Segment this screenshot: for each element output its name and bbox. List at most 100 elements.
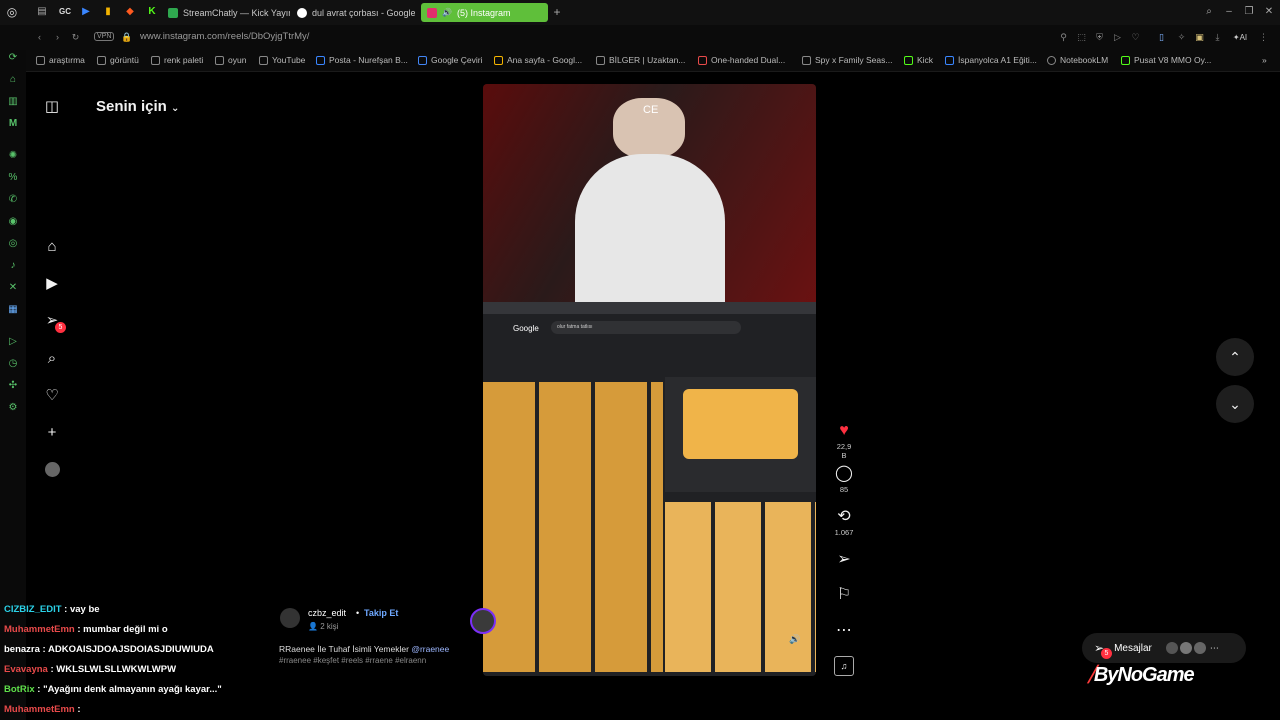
lock-icon[interactable]: 🔒 — [121, 32, 132, 43]
previous-reel-button[interactable]: ⌃ — [1216, 338, 1254, 376]
pinned-tab-diamond-icon[interactable]: ◆ — [124, 6, 136, 18]
document-icon[interactable]: ▯ — [1156, 32, 1167, 43]
comment-icon: ◯ — [835, 465, 853, 482]
bookmark-renk-paleti[interactable]: renk paleti — [151, 55, 203, 65]
reel-video[interactable]: CE Google olur fatma tatlısı 🔊 — [483, 84, 816, 676]
comment-button[interactable]: ◯ 85 — [834, 465, 854, 494]
author-username[interactable]: czbz_edit — [308, 608, 346, 618]
snapshot-icon[interactable]: ⬚ — [1076, 32, 1087, 43]
reload-button[interactable]: ↻ — [70, 32, 81, 43]
tab-google-search[interactable]: dul avrat çorbası - Google ... — [297, 3, 415, 22]
like-button[interactable]: ♥ 22,9 B — [834, 422, 854, 460]
history-icon[interactable]: ◷ — [7, 358, 19, 370]
translate-icon — [418, 55, 427, 65]
pinned-tab-play-icon[interactable]: ▶ — [80, 6, 92, 18]
discord-icon[interactable]: ◉ — [7, 216, 19, 228]
whatsapp-icon[interactable]: ✆ — [7, 194, 19, 206]
audio-button[interactable]: ♫ — [834, 656, 854, 676]
folder-icon — [97, 55, 106, 65]
menu-icon[interactable]: ⋮ — [1258, 32, 1269, 43]
percent-icon[interactable]: % — [7, 172, 19, 184]
extensions-icon[interactable]: ✧ — [1176, 32, 1187, 43]
tiktok-icon[interactable]: ♪ — [7, 260, 19, 272]
chevron-up-icon: ⌃ — [1229, 349, 1241, 365]
bookmark-one-handed[interactable]: One-handed Dual... — [698, 55, 785, 65]
download-icon[interactable]: ⤓ — [1212, 32, 1223, 43]
follow-button[interactable]: Takip Et — [364, 608, 398, 618]
opera-logo-icon[interactable]: ◎ — [6, 6, 18, 18]
speaker-icon[interactable]: 🔊 — [442, 8, 452, 17]
profile-avatar[interactable] — [45, 462, 60, 477]
pinned-tab-kick-icon[interactable]: K — [146, 6, 158, 18]
bookmark-posta[interactable]: Posta - Nurefşan B... — [316, 55, 408, 65]
bookmark-google-ceviri[interactable]: Google Çeviri — [418, 55, 483, 65]
new-tab-button[interactable]: + — [551, 6, 563, 18]
bookmark-notebooklm[interactable]: NotebookLM — [1047, 55, 1108, 65]
restore-button[interactable]: ❐ — [1243, 6, 1255, 18]
minimize-button[interactable]: – — [1223, 6, 1235, 18]
tab-list-icon[interactable]: ▤ — [36, 6, 48, 18]
bookmark-spy-family[interactable]: Spy x Family Seas... — [802, 55, 892, 65]
next-reel-button[interactable]: ⌄ — [1216, 385, 1254, 423]
heart-bookmark-icon[interactable]: ♡ — [1130, 32, 1141, 43]
settings-icon[interactable]: ⚙ — [7, 402, 19, 414]
caption-hashtags[interactable]: #rraenee #keşfet #reels #rraene #elraenn — [279, 656, 426, 665]
preview-panel — [665, 377, 816, 492]
home-icon[interactable]: ⌂ — [43, 238, 61, 256]
play-icon[interactable]: ▷ — [1112, 32, 1123, 43]
bookmark-oyun[interactable]: oyun — [215, 55, 246, 65]
tab-streamchatly[interactable]: StreamChatly — Kick Yayın... — [168, 3, 290, 22]
search-icon[interactable]: ⌕ — [43, 350, 61, 368]
bookmark-kick[interactable]: Kick — [904, 55, 933, 65]
url-field[interactable]: www.instagram.com/reels/DbOyjgTtrMy/ — [140, 31, 309, 42]
ai-button[interactable]: ✦AI — [1230, 32, 1250, 43]
extensions-sidebar-icon[interactable]: ✣ — [7, 380, 19, 392]
vpn-badge[interactable]: VPN — [94, 32, 115, 41]
notifications-heart-icon[interactable]: ♡ — [43, 387, 61, 405]
shared-screen-google-images: Google olur fatma tatlısı 🔊 — [483, 302, 816, 676]
tab-instagram[interactable]: 🔊 (5) Instagram — [421, 3, 548, 22]
reels-icon[interactable]: ▶ — [43, 275, 61, 293]
bookmark-ispanyolca[interactable]: İspanyolca A1 Eğiti... — [945, 55, 1037, 65]
share-button[interactable]: ➢ — [834, 551, 854, 569]
bookmarks-more-icon[interactable]: » — [1262, 55, 1267, 65]
wallet-icon[interactable]: ▥ — [7, 96, 19, 108]
pinned-tab-gc[interactable]: GC — [58, 6, 72, 18]
player-icon[interactable]: ▷ — [7, 336, 19, 348]
create-icon[interactable]: + — [43, 424, 61, 442]
more-options-button[interactable]: ⋯ — [834, 622, 854, 640]
bookmark-goruntu[interactable]: görüntü — [97, 55, 139, 65]
author-avatar[interactable] — [280, 608, 300, 628]
bookmark-pusat[interactable]: Pusat V8 MMO Oy... — [1121, 55, 1211, 65]
feed-selector[interactable]: Senin için ⌄ — [96, 98, 179, 115]
avatar — [1165, 642, 1178, 654]
chat-line: MuhammetEmn : — [4, 704, 81, 715]
reel-author-block: czbz_edit • Takip Et 👤 2 kişi RRaenee İl… — [279, 606, 480, 676]
instagram-sidebar-icon[interactable]: ◎ — [7, 238, 19, 250]
bookmark-ana-sayfa[interactable]: Ana sayfa - Googl... — [494, 55, 582, 65]
bookmark-arastirma[interactable]: araştırma — [36, 55, 85, 65]
forward-button[interactable]: › — [52, 32, 63, 43]
close-window-button[interactable]: ✕ — [1263, 6, 1275, 18]
search-tabs-icon[interactable]: ⌕ — [1203, 6, 1215, 18]
repost-button[interactable]: ⟲ 1.067 — [834, 508, 854, 537]
chatgpt-icon[interactable]: ✺ — [7, 150, 19, 162]
cake-image — [683, 389, 798, 459]
bookmark-bilger[interactable]: BİLGER | Uzaktan... — [596, 55, 685, 65]
chat-line: BotRix : "Ayağını denk almayanın ayağı k… — [4, 684, 222, 695]
aria-icon[interactable]: ⟳ — [7, 52, 19, 64]
pinned-tab-chart-icon[interactable]: ▮ — [102, 6, 114, 18]
bookmark-youtube[interactable]: YouTube — [259, 55, 305, 65]
instagram-logo-icon[interactable]: ◫ — [43, 98, 61, 116]
pin-icon[interactable]: ⚲ — [1058, 32, 1069, 43]
profile-ext-icon[interactable]: ▣ — [1194, 32, 1205, 43]
save-button[interactable]: ⚐ — [834, 586, 854, 604]
mute-icon[interactable]: 🔊 — [789, 634, 800, 645]
workspaces-icon[interactable]: ⌂ — [7, 74, 19, 86]
x-icon[interactable]: ✕ — [7, 282, 19, 294]
m-icon[interactable]: M — [7, 118, 19, 130]
caption-mention[interactable]: @rraenee — [411, 644, 449, 654]
back-button[interactable]: ‹ — [34, 32, 45, 43]
app-icon[interactable]: ▦ — [7, 304, 19, 316]
shield-icon[interactable]: ⛨ — [1094, 32, 1105, 43]
